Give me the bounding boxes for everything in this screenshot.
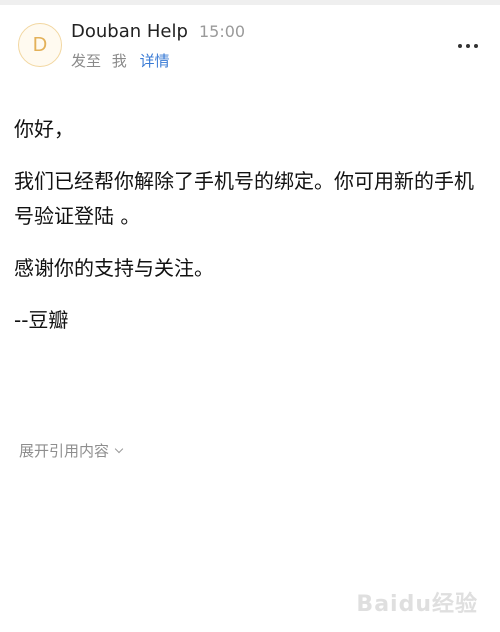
more-horizontal-icon — [474, 44, 478, 48]
details-link[interactable]: 详情 — [140, 52, 170, 70]
sent-time: 15:00 — [199, 22, 246, 41]
to-label: 发至 — [71, 52, 102, 70]
message-header: D Douban Help 15:00 发至 我 详情 — [0, 5, 500, 83]
signature: --豆瓣 — [14, 308, 69, 332]
message-body: 你好， 我们已经帮你解除了手机号的绑定。你可用新的手机号验证登陆 。 感谢你的支… — [14, 112, 484, 355]
more-options-button[interactable] — [458, 41, 478, 51]
greeting: 你好， — [14, 117, 74, 141]
more-horizontal-icon — [458, 44, 462, 48]
watermark-logo: Baidu经验 — [356, 586, 478, 618]
recipient-name: 我 — [111, 52, 127, 70]
recipient-line: 发至 我 详情 — [71, 50, 170, 71]
sender-name[interactable]: Douban Help — [71, 21, 188, 42]
expand-quote-label: 展开引用内容 — [19, 442, 110, 460]
more-horizontal-icon — [466, 44, 470, 48]
watermark-text: Baidu经验 — [356, 592, 478, 617]
chevron-down-icon — [114, 444, 124, 454]
sender-line: Douban Help 15:00 — [71, 21, 245, 42]
expand-quoted-content-button[interactable]: 展开引用内容 — [19, 440, 124, 461]
message-paragraph: 感谢你的支持与关注。 — [14, 256, 214, 280]
message-paragraph: 我们已经帮你解除了手机号的绑定。你可用新的手机号验证登陆 。 — [14, 169, 474, 228]
avatar-letter: D — [32, 33, 48, 56]
avatar[interactable]: D — [18, 23, 62, 67]
